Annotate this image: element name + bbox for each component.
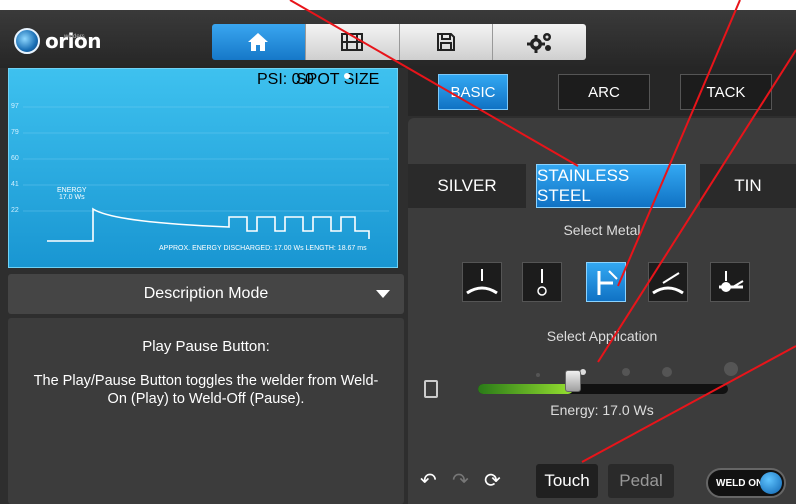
waveform-plot (23, 106, 389, 242)
top-bar: orion welders (0, 10, 796, 68)
energy-slider-track[interactable] (478, 384, 728, 394)
save-icon (436, 33, 455, 51)
slider-tick-dot (724, 362, 738, 376)
metal-silver-button[interactable]: SILVER (408, 164, 526, 208)
metal-tin-button[interactable]: TIN (700, 164, 796, 208)
energy-annotation: ENERGY 17.0 Ws (57, 187, 87, 201)
corner-application-icon (597, 270, 618, 295)
tab-save[interactable] (399, 24, 494, 60)
home-icon (248, 33, 269, 51)
touch-trigger-button[interactable]: Touch (536, 464, 598, 498)
tab-settings[interactable] (493, 24, 586, 60)
slider-tick-dot (622, 368, 630, 376)
tab-videos[interactable] (305, 24, 400, 60)
weld-on-toggle[interactable]: WELD ON (706, 468, 786, 498)
select-application-label: Select Application (546, 328, 658, 344)
weld-settings-panel: SILVER STAINLESS STEEL TIN Select Metal (408, 118, 796, 504)
flat-butt-application-icon (466, 269, 498, 295)
pedal-trigger-button[interactable]: Pedal (608, 464, 674, 498)
angled-application-icon (652, 272, 684, 295)
energy-value-label: Energy: 17.0 Ws (550, 402, 654, 418)
description-mode-label: Description Mode (143, 285, 269, 302)
mode-arc-button[interactable]: ARC (558, 74, 650, 110)
application-button-5[interactable] (710, 262, 750, 302)
calculator-icon[interactable] (424, 380, 438, 398)
application-button-1[interactable] (462, 262, 502, 302)
undo-icon[interactable]: ↶ (420, 468, 437, 493)
weld-waveform-graph: PSI: 0.0 SPOT SIZE 97 79 60 41 22 ENERGY… (8, 68, 398, 268)
energy-slider-fill (478, 384, 573, 394)
mode-tack-button[interactable]: TACK (680, 74, 772, 110)
crossed-wire-application-icon (719, 271, 744, 292)
mode-basic-button[interactable]: BASIC (438, 74, 508, 110)
slider-tick-dot (662, 367, 672, 377)
description-text: The Play/Pause Button toggles the welder… (33, 373, 379, 407)
energy-waveform (47, 207, 370, 242)
approx-energy-readout: APPROX. ENERGY DISCHARGED: 17.00 Ws LENG… (159, 245, 367, 252)
application-button-4[interactable] (648, 262, 688, 302)
energy-annotation-label: ENERGY (57, 187, 87, 194)
weld-on-label: WELD ON (716, 477, 764, 489)
slider-tick-dot (536, 373, 540, 377)
orion-logo: orion (14, 26, 101, 56)
chevron-down-icon (376, 290, 390, 298)
main-nav (212, 24, 586, 60)
metal-stainless-steel-button[interactable]: STAINLESS STEEL (536, 164, 686, 208)
settings-gears-icon (526, 33, 551, 53)
energy-annotation-value: 17.0 Ws (58, 194, 85, 201)
orion-logo-disc-icon (14, 28, 40, 54)
select-metal-label: Select Metal (563, 222, 641, 238)
refresh-icon[interactable]: ⟳ (484, 468, 501, 493)
brand-name: orion (45, 29, 101, 53)
energy-slider-handle[interactable] (565, 370, 581, 392)
brand-sub: welders (64, 34, 85, 40)
mode-bar: BASIC ARC TACK (408, 68, 796, 116)
welder-app: orion welders PSI: 0.0 SPOT SIZE 97 79 6… (0, 10, 796, 504)
redo-icon[interactable]: ↷ (452, 468, 469, 493)
description-title: Play Pause Button: (142, 338, 270, 355)
bottom-controls: ↶ ↷ ⟳ Touch Pedal WELD ON (408, 454, 796, 504)
application-button-2[interactable] (522, 262, 562, 302)
power-toggle-knob-icon (760, 472, 782, 494)
application-button-3[interactable] (586, 262, 626, 302)
wire-application-icon (537, 269, 547, 296)
film-icon (341, 33, 364, 51)
description-mode-dropdown[interactable]: Description Mode (8, 274, 404, 314)
tab-home[interactable] (212, 24, 306, 60)
description-panel: Play Pause Button: The Play/Pause Button… (8, 318, 404, 504)
